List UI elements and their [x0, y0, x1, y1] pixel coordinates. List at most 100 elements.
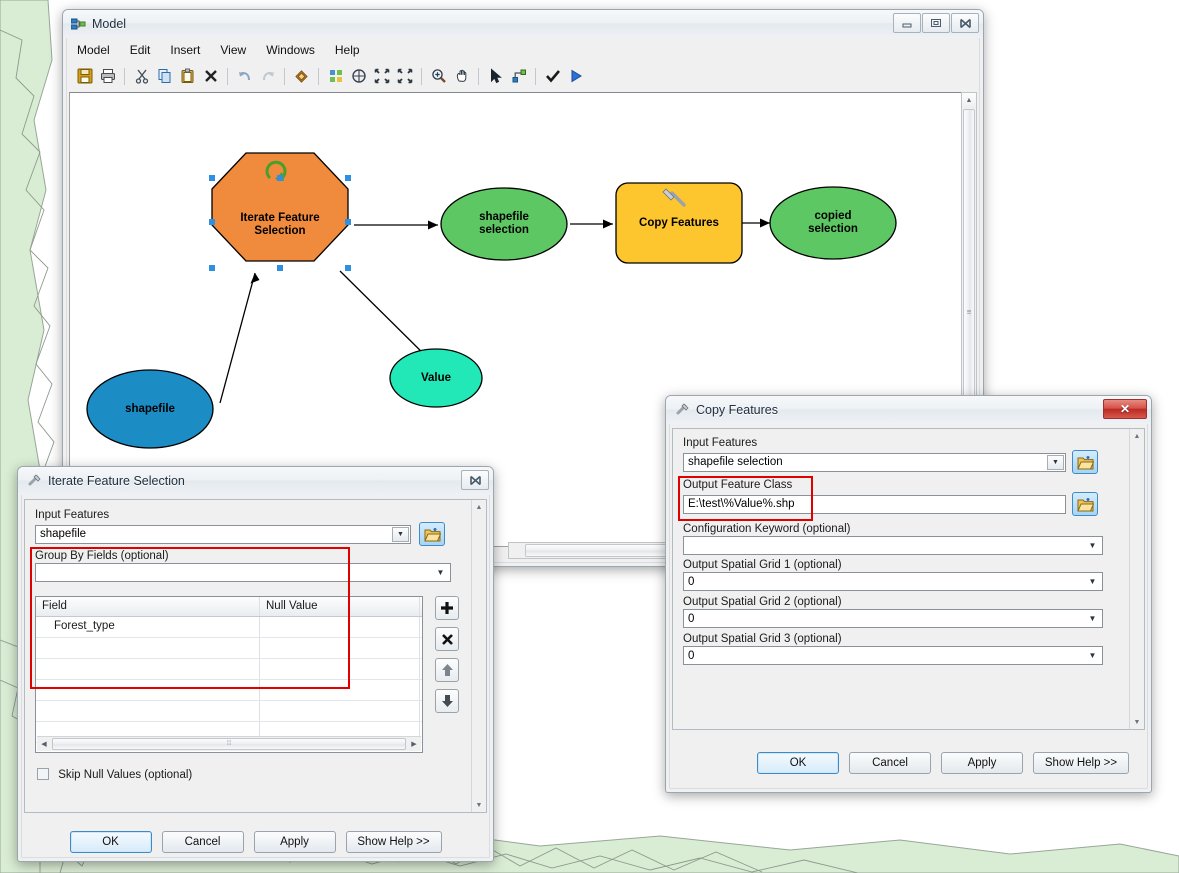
move-down-button[interactable]	[435, 689, 459, 713]
chevron-down-icon[interactable]: ▼	[1084, 648, 1101, 663]
menu-edit[interactable]: Edit	[121, 40, 160, 60]
close-button[interactable]	[951, 13, 979, 33]
cancel-button[interactable]: Cancel	[849, 752, 931, 774]
scroll-down-arrow[interactable]: ▼	[1130, 715, 1144, 729]
skip-null-values-checkbox[interactable]: Skip Null Values (optional)	[37, 768, 192, 781]
run-icon[interactable]	[565, 66, 586, 87]
chevron-down-icon[interactable]: ▼	[1084, 611, 1101, 626]
print-icon[interactable]	[97, 66, 118, 87]
add-data-icon[interactable]	[291, 66, 312, 87]
dialog-vertical-scrollbar[interactable]: ▲ ▼	[1129, 429, 1144, 729]
table-row[interactable]: Forest_type	[36, 617, 422, 638]
cut-icon[interactable]	[131, 66, 152, 87]
table-row[interactable]	[36, 680, 422, 701]
scroll-up-arrow[interactable]: ▲	[1130, 429, 1144, 443]
node-copy-features[interactable]	[615, 182, 743, 264]
cell-null-value	[260, 680, 420, 700]
validate-icon[interactable]	[542, 66, 563, 87]
ok-button[interactable]: OK	[757, 752, 839, 774]
zoom-tool-icon[interactable]	[428, 66, 449, 87]
cancel-button[interactable]: Cancel	[161, 831, 244, 853]
redo-icon[interactable]	[257, 66, 278, 87]
scroll-left-arrow[interactable]: ◀	[37, 740, 51, 748]
show-help-button[interactable]: Show Help >>	[345, 831, 442, 853]
pan-tool-icon[interactable]	[451, 66, 472, 87]
table-row[interactable]	[36, 701, 422, 722]
dialog-vertical-scrollbar[interactable]: ▲ ▼	[471, 500, 486, 812]
grid-horizontal-scrollbar[interactable]: ◀ ⦙⦙⦙ ▶	[37, 736, 421, 751]
menu-model[interactable]: Model	[68, 40, 119, 60]
delete-row-button[interactable]	[435, 627, 459, 651]
select-tool-icon[interactable]	[485, 66, 506, 87]
output-spatial-grid-1-combo[interactable]: 0 ▼	[683, 572, 1103, 591]
configuration-keyword-combo[interactable]: ▼	[683, 536, 1103, 555]
scroll-right-arrow[interactable]: ▶	[407, 740, 421, 748]
chevron-down-icon[interactable]: ▼	[1047, 454, 1064, 470]
node-shapefile-selection[interactable]	[440, 187, 568, 261]
node-copied-selection[interactable]	[769, 186, 897, 260]
browse-input-features-button[interactable]	[419, 522, 445, 546]
table-row[interactable]	[36, 659, 422, 680]
toolbar-separator	[478, 67, 479, 85]
add-row-button[interactable]	[435, 596, 459, 620]
model-toolbar[interactable]	[68, 61, 978, 91]
node-iterate-feature-selection[interactable]	[211, 152, 349, 262]
chevron-down-icon[interactable]: ▼	[1084, 574, 1101, 589]
copy-features-window-buttons[interactable]: ✕	[1103, 399, 1147, 419]
chevron-down-icon[interactable]: ▼	[1084, 538, 1101, 553]
delete-icon[interactable]	[200, 66, 221, 87]
menu-help[interactable]: Help	[326, 40, 369, 60]
scroll-thumb-horizontal[interactable]: ⦙⦙⦙	[52, 738, 406, 750]
group-by-fields-grid[interactable]: Field Null Value Forest_type ◀ ⦙⦙⦙ ▶	[35, 596, 423, 753]
input-features-combo[interactable]: shapefile ▼	[35, 524, 411, 544]
ok-button[interactable]: OK	[69, 831, 152, 853]
menu-insert[interactable]: Insert	[161, 40, 209, 60]
iterate-feature-selection-dialog[interactable]: Iterate Feature Selection ▲ ▼ Input Feat…	[17, 466, 494, 862]
grid-header-row: Field Null Value	[36, 597, 422, 617]
zoom-out-extent-icon[interactable]	[394, 66, 415, 87]
iterate-window-buttons[interactable]	[461, 470, 489, 490]
menu-windows[interactable]: Windows	[257, 40, 324, 60]
input-features-combo[interactable]: shapefile selection ▼	[683, 452, 1066, 472]
group-by-fields-combo[interactable]: ▼	[35, 563, 451, 582]
apply-button[interactable]: Apply	[253, 831, 336, 853]
close-button[interactable]	[461, 470, 489, 490]
close-button[interactable]: ✕	[1103, 399, 1147, 419]
auto-layout-icon[interactable]	[325, 66, 346, 87]
table-row[interactable]	[36, 638, 422, 659]
move-up-button[interactable]	[435, 658, 459, 682]
menu-view[interactable]: View	[211, 40, 255, 60]
model-window-titlebar[interactable]: Model	[63, 10, 983, 38]
chevron-down-icon[interactable]: ▼	[432, 565, 449, 580]
chevron-down-icon[interactable]: ▼	[392, 526, 409, 542]
show-help-button[interactable]: Show Help >>	[1033, 752, 1129, 774]
output-spatial-grid-3-combo[interactable]: 0 ▼	[683, 646, 1103, 665]
scroll-down-arrow[interactable]: ▼	[472, 798, 486, 812]
undo-icon[interactable]	[234, 66, 255, 87]
connect-tool-icon[interactable]	[508, 66, 529, 87]
scroll-up-arrow[interactable]: ▲	[472, 500, 486, 514]
full-extent-icon[interactable]	[348, 66, 369, 87]
browse-output-feature-class-button[interactable]	[1072, 492, 1098, 516]
cell-null-value	[260, 659, 420, 679]
copy-features-dialog[interactable]: Copy Features ✕ ▲ ▼ Input Features shape…	[665, 395, 1152, 793]
maximize-button[interactable]	[922, 13, 950, 33]
copy-icon[interactable]	[154, 66, 175, 87]
iterate-dialog-titlebar[interactable]: Iterate Feature Selection	[18, 467, 493, 495]
model-menu-bar[interactable]: Model Edit Insert View Windows Help	[68, 39, 978, 61]
zoom-in-extent-icon[interactable]	[371, 66, 392, 87]
copy-features-titlebar[interactable]: Copy Features ✕	[666, 396, 1151, 424]
output-spatial-grid-2-combo[interactable]: 0 ▼	[683, 609, 1103, 628]
save-icon[interactable]	[74, 66, 95, 87]
output-feature-class-input[interactable]: E:\test\%Value%.shp	[683, 494, 1066, 514]
browse-input-features-button[interactable]	[1072, 450, 1098, 474]
close-icon: ✕	[1119, 402, 1131, 416]
node-shapefile[interactable]	[86, 369, 214, 449]
minimize-button[interactable]	[893, 13, 921, 33]
apply-button[interactable]: Apply	[941, 752, 1023, 774]
scroll-up-arrow[interactable]: ▲	[962, 93, 976, 108]
node-value[interactable]	[389, 348, 483, 408]
model-window-buttons[interactable]	[893, 13, 979, 33]
checkbox-box[interactable]	[37, 768, 49, 780]
paste-icon[interactable]	[177, 66, 198, 87]
